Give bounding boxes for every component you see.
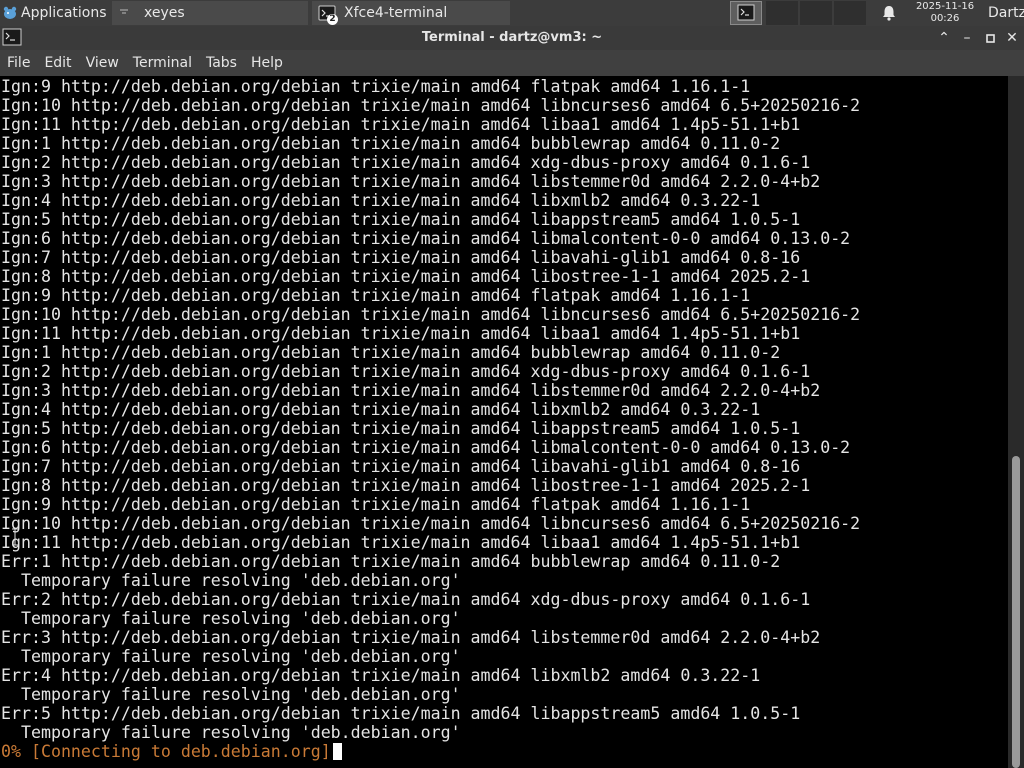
menu-help[interactable]: Help [244, 55, 290, 71]
terminal-line: Ign:5 http://deb.debian.org/debian trixi… [1, 210, 801, 229]
terminal-line: Ign:6 http://deb.debian.org/debian trixi… [1, 438, 851, 457]
terminal-line: Temporary failure resolving 'deb.debian.… [1, 685, 461, 704]
terminal-line: Ign:6 http://deb.debian.org/debian trixi… [1, 229, 851, 248]
chevron-up-icon: ⌃ [938, 30, 950, 46]
xfce-mouse-icon [3, 6, 17, 19]
top-panel: Applications xeyes 2 Xfce4-terminal 2025… [0, 0, 1024, 26]
menu-terminal[interactable]: Terminal [126, 55, 199, 71]
workspace-3[interactable] [800, 1, 832, 25]
terminal-line: Ign:10 http://deb.debian.org/debian trix… [1, 305, 861, 324]
terminal-line: Ign:11 http://deb.debian.org/debian trix… [1, 115, 801, 134]
terminal-icon [737, 4, 755, 21]
terminal-line: Ign:8 http://deb.debian.org/debian trixi… [1, 267, 811, 286]
terminal-line: Temporary failure resolving 'deb.debian.… [1, 609, 461, 628]
notification-bell-icon[interactable] [880, 4, 898, 22]
text-cursor-icon [12, 528, 18, 546]
window-close-button[interactable]: ✕ [1003, 29, 1021, 47]
progress-line: 0% [Connecting to deb.debian.org] [1, 742, 860, 761]
applications-label: Applications [21, 5, 107, 21]
terminal-line: Ign:9 http://deb.debian.org/debian trixi… [1, 77, 751, 96]
terminal-line: Ign:10 http://deb.debian.org/debian trix… [1, 96, 861, 115]
terminal-line: Ign:1 http://deb.debian.org/debian trixi… [1, 343, 781, 362]
terminal-line: Temporary failure resolving 'deb.debian.… [1, 571, 461, 590]
scrollbar-thumb[interactable] [1012, 456, 1020, 768]
terminal-line: Ign:2 http://deb.debian.org/debian trixi… [1, 153, 811, 172]
terminal-line: Ign:11 http://deb.debian.org/debian trix… [1, 533, 801, 552]
menu-tabs[interactable]: Tabs [199, 55, 244, 71]
close-icon: ✕ [1006, 30, 1018, 46]
workspace-1[interactable] [730, 1, 762, 25]
menu-edit[interactable]: Edit [37, 55, 78, 71]
terminal-line: Temporary failure resolving 'deb.debian.… [1, 647, 461, 666]
window-title: Terminal - dartz@vm3: ~ [421, 30, 603, 45]
clock-date: 2025-11-16 [915, 1, 975, 12]
terminal-line: Ign:1 http://deb.debian.org/debian trixi… [1, 134, 781, 153]
terminal-line: Ign:9 http://deb.debian.org/debian trixi… [1, 286, 751, 305]
terminal-line: Temporary failure resolving 'deb.debian.… [1, 723, 461, 742]
taskbar-item-label: Xfce4-terminal [344, 5, 448, 21]
taskbar-item-label: xeyes [144, 5, 185, 21]
terminal-line: Ign:7 http://deb.debian.org/debian trixi… [1, 457, 801, 476]
terminal-line: Ign:8 http://deb.debian.org/debian trixi… [1, 476, 811, 495]
terminal-line: Ign:11 http://deb.debian.org/debian trix… [1, 324, 801, 343]
terminal-line: Ign:7 http://deb.debian.org/debian trixi… [1, 248, 801, 267]
minimize-icon: – [963, 30, 971, 46]
terminal-line: Ign:2 http://deb.debian.org/debian trixi… [1, 362, 811, 381]
terminal-line: Ign:9 http://deb.debian.org/debian trixi… [1, 495, 751, 514]
terminal-line: Ign:4 http://deb.debian.org/debian trixi… [1, 191, 761, 210]
window-titlebar[interactable]: Terminal - dartz@vm3: ~ ⌃ – ✕ [0, 26, 1024, 50]
user-menu[interactable]: Dartz [988, 0, 1024, 26]
progress-text: 0% [Connecting to deb.debian.org] [1, 742, 331, 761]
terminal-line: Err:3 http://deb.debian.org/debian trixi… [1, 628, 821, 647]
xeyes-icon [120, 9, 128, 14]
terminal-line: Err:1 http://deb.debian.org/debian trixi… [1, 552, 781, 571]
panel-clock[interactable]: 2025-11-16 00:26 [906, 0, 984, 26]
taskbar-item-xeyes[interactable]: xeyes [112, 1, 308, 25]
applications-menu-button[interactable]: Applications [0, 0, 108, 26]
terminal-output[interactable]: Ign:9 http://deb.debian.org/debian trixi… [0, 76, 1008, 768]
terminal-line: Ign:10 http://deb.debian.org/debian trix… [1, 514, 861, 533]
terminal-line: Err:2 http://deb.debian.org/debian trixi… [1, 590, 811, 609]
menu-view[interactable]: View [79, 55, 126, 71]
terminal-line: Ign:3 http://deb.debian.org/debian trixi… [1, 172, 821, 191]
terminal-icon: 2 [318, 4, 338, 25]
maximize-icon [986, 34, 995, 43]
menu-bar: File Edit View Terminal Tabs Help [0, 50, 1024, 76]
terminal-lines: Ign:9 http://deb.debian.org/debian trixi… [1, 77, 860, 761]
terminal-line: Ign:5 http://deb.debian.org/debian trixi… [1, 419, 801, 438]
terminal-line: Ign:3 http://deb.debian.org/debian trixi… [1, 381, 821, 400]
terminal-cursor [332, 743, 342, 760]
window-minimize-button[interactable]: – [958, 29, 976, 47]
menu-file[interactable]: File [0, 55, 37, 71]
workspace-4[interactable] [834, 1, 866, 25]
terminal-scrollbar[interactable] [1008, 76, 1024, 768]
window-shade-button[interactable]: ⌃ [935, 29, 953, 47]
terminal-line: Ign:4 http://deb.debian.org/debian trixi… [1, 400, 761, 419]
window-count-badge: 2 [327, 14, 338, 25]
window-maximize-button[interactable] [981, 29, 999, 47]
terminal-line: Err:4 http://deb.debian.org/debian trixi… [1, 666, 761, 685]
workspace-2[interactable] [766, 1, 798, 25]
taskbar-item-terminal[interactable]: 2 Xfce4-terminal [312, 1, 510, 25]
terminal-line: Err:5 http://deb.debian.org/debian trixi… [1, 704, 801, 723]
clock-time: 00:26 [930, 13, 960, 24]
